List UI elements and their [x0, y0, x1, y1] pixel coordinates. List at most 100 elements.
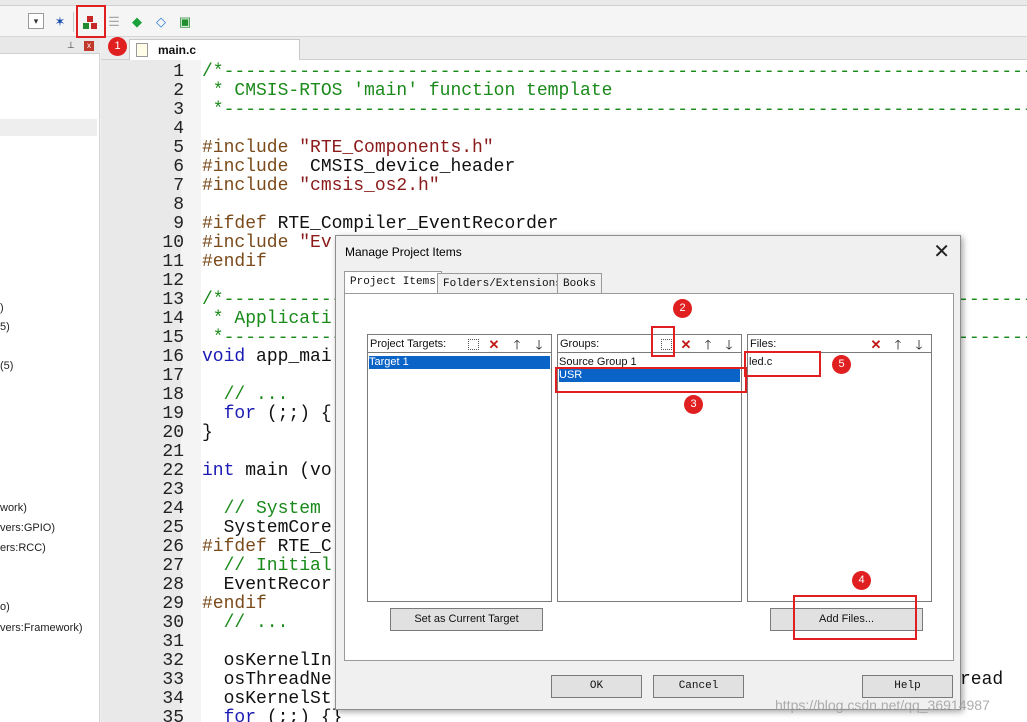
- project-tree-item[interactable]: ): [0, 302, 4, 314]
- wand-icon[interactable]: ✶: [50, 12, 70, 32]
- move-up-icon[interactable]: 🡑: [510, 338, 524, 351]
- code-text: EventRecor: [202, 576, 332, 595]
- code-fragment: read: [960, 670, 1004, 690]
- selected-tree-row[interactable]: [0, 119, 97, 136]
- code-text: #include "Ev: [202, 234, 332, 253]
- code-token: osKernelSt: [202, 689, 332, 709]
- code-token: RTE_Compiler_EventRecorder: [277, 214, 559, 234]
- delete-target-icon[interactable]: ✕: [487, 338, 501, 351]
- pin-icon[interactable]: ⊥: [67, 40, 75, 51]
- code-token: #include: [202, 176, 300, 196]
- code-token: for: [202, 404, 267, 424]
- code-token: osKernelIn: [202, 651, 332, 671]
- line-number: 34: [162, 689, 184, 709]
- code-text: osThreadNe: [202, 671, 332, 690]
- project-panel: ⊥ x ) 5) (5) work) vers:GPIO) ers:RCC) o) vers:…: [0, 37, 100, 722]
- line-number: 33: [162, 670, 184, 690]
- dialog-close-button[interactable]: ✕: [933, 239, 950, 264]
- new-target-icon[interactable]: [468, 339, 479, 350]
- code-text: // ...: [202, 386, 289, 405]
- annotation-badge-5: 5: [832, 355, 851, 374]
- tab-books[interactable]: Books: [557, 273, 603, 294]
- line-number: 24: [162, 499, 184, 519]
- project-targets-list[interactable]: Project Targets: ✕ 🡑 🡓 Target 1: [367, 334, 552, 602]
- tab-project-items[interactable]: Project Items: [344, 271, 442, 294]
- annotation-box-4: [793, 595, 917, 640]
- annotation-badge-1: 1: [108, 37, 127, 56]
- blue-diamond-icon[interactable]: ◇: [151, 12, 171, 32]
- move-up-icon[interactable]: 🡑: [891, 338, 905, 351]
- line-number: 32: [162, 651, 184, 671]
- code-token: }: [202, 423, 213, 443]
- layers-icon[interactable]: ☰: [104, 12, 124, 32]
- code-token: #endif: [202, 594, 267, 614]
- tab-folders-extensions[interactable]: Folders/Extensions: [437, 273, 568, 294]
- code-token: // System: [202, 499, 321, 519]
- code-token: int: [202, 461, 246, 481]
- set-current-target-button[interactable]: Set as Current Target: [390, 608, 543, 631]
- line-number: 16: [162, 347, 184, 367]
- code-token: EventRecor: [202, 575, 332, 595]
- close-icon[interactable]: x: [84, 41, 94, 51]
- delete-group-icon[interactable]: ✕: [679, 338, 693, 351]
- line-number: 22: [162, 461, 184, 481]
- code-line[interactable]: 7 #include "cmsis_os2.h": [101, 177, 1027, 196]
- delete-file-icon[interactable]: ✕: [869, 338, 883, 351]
- line-number: 26: [162, 537, 184, 557]
- code-text: /*--------------------------------------…: [202, 63, 1027, 82]
- line-number: 29: [162, 594, 184, 614]
- project-tree-item[interactable]: vers:GPIO): [0, 522, 55, 534]
- move-down-icon[interactable]: 🡓: [532, 338, 546, 351]
- code-token: *---------------------------------------…: [212, 100, 1027, 120]
- target-row-selected[interactable]: Target 1: [369, 356, 550, 369]
- project-tree-item[interactable]: vers:Framework): [0, 622, 83, 634]
- project-tree-item[interactable]: (5): [0, 360, 13, 372]
- line-number: 9: [173, 214, 184, 234]
- move-down-icon[interactable]: 🡓: [722, 338, 736, 351]
- code-line[interactable]: 9 #ifdef RTE_Compiler_EventRecorder: [101, 215, 1027, 234]
- code-line[interactable]: 1 /*-------------------------------------…: [101, 63, 1027, 82]
- line-number: 20: [162, 423, 184, 443]
- move-down-icon[interactable]: 🡓: [912, 338, 926, 351]
- code-line[interactable]: 2 * CMSIS-RTOS 'main' function template: [101, 82, 1027, 101]
- project-targets-label: Project Targets:: [370, 338, 447, 350]
- code-token: "Ev: [299, 233, 332, 253]
- dropdown-icon[interactable]: ▾: [28, 13, 44, 29]
- code-token: // ...: [202, 613, 289, 633]
- project-tree-item[interactable]: work): [0, 502, 27, 514]
- annotation-box-2: [651, 326, 675, 357]
- code-line[interactable]: 8: [101, 196, 1027, 215]
- move-up-icon[interactable]: 🡑: [701, 338, 715, 351]
- line-number: 23: [162, 480, 184, 500]
- code-text: // ...: [202, 613, 289, 633]
- code-token: main: [245, 461, 300, 481]
- project-tree-item[interactable]: o): [0, 601, 10, 613]
- groups-header: Groups: ✕ 🡑 🡓: [558, 335, 741, 353]
- code-line[interactable]: 3 *-------------------------------------…: [101, 101, 1027, 120]
- cancel-button[interactable]: Cancel: [653, 675, 744, 698]
- code-token: RTE_C: [277, 537, 332, 557]
- line-number: 35: [162, 708, 184, 722]
- code-text: // System: [202, 500, 321, 519]
- files-label: Files:: [750, 338, 777, 350]
- code-line[interactable]: 4: [101, 120, 1027, 139]
- code-token: #ifdef: [202, 537, 278, 557]
- pack-icon[interactable]: ▣: [175, 12, 195, 32]
- annotation-box-3: [555, 367, 747, 393]
- project-tree-item[interactable]: 5): [0, 321, 10, 333]
- code-text: #ifdef RTE_C: [202, 538, 332, 557]
- code-token: * Applicati: [202, 309, 332, 329]
- code-line[interactable]: 6 #include CMSIS_device_header: [101, 158, 1027, 177]
- code-line[interactable]: 5 #include "RTE_Components.h": [101, 139, 1027, 158]
- ok-button[interactable]: OK: [551, 675, 642, 698]
- line-number: 10: [162, 233, 184, 253]
- project-tree-item[interactable]: ers:RCC): [0, 542, 46, 554]
- code-text: // Initial: [202, 557, 332, 576]
- help-button[interactable]: Help: [862, 675, 953, 698]
- code-token: for: [202, 708, 267, 722]
- line-number: 7: [173, 176, 184, 196]
- line-number: 8: [173, 195, 184, 215]
- code-token: // Initial: [202, 556, 332, 576]
- tab-main-c[interactable]: main.c: [129, 39, 300, 60]
- green-diamond-icon[interactable]: ◆: [127, 12, 147, 32]
